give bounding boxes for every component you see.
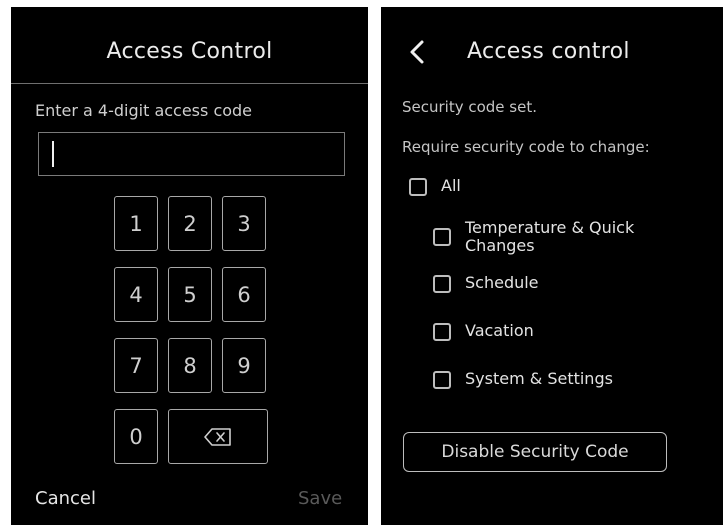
access-code-field[interactable]	[38, 132, 345, 176]
checkbox-system-settings[interactable]	[433, 371, 451, 389]
option-schedule[interactable]: Schedule	[433, 274, 539, 293]
back-button[interactable]	[403, 37, 433, 67]
option-all[interactable]: All	[409, 177, 461, 196]
option-vacation[interactable]: Vacation	[433, 322, 534, 341]
panel-title: Access Control	[106, 39, 273, 64]
keypad-key-3[interactable]: 3	[222, 196, 266, 251]
keypad-key-7[interactable]: 7	[114, 338, 158, 393]
cancel-button[interactable]: Cancel	[35, 488, 96, 509]
save-button[interactable]: Save	[298, 488, 342, 509]
access-code-panel: Access Control Enter a 4-digit access co…	[11, 7, 368, 525]
keypad-key-5[interactable]: 5	[168, 267, 212, 322]
option-label: System & Settings	[465, 369, 613, 388]
panel-title: Access control	[467, 39, 630, 64]
status-text: Security code set.	[402, 98, 537, 116]
title-divider	[11, 83, 368, 84]
option-label: Vacation	[465, 321, 534, 340]
checkbox-schedule[interactable]	[433, 275, 451, 293]
keypad-key-1[interactable]: 1	[114, 196, 158, 251]
option-label: Schedule	[465, 273, 539, 292]
keypad-key-9[interactable]: 9	[222, 338, 266, 393]
require-label: Require security code to change:	[402, 138, 650, 156]
keypad-key-4[interactable]: 4	[114, 267, 158, 322]
backspace-icon	[204, 427, 231, 446]
code-prompt: Enter a 4-digit access code	[35, 101, 253, 120]
option-system-settings[interactable]: System & Settings	[433, 370, 613, 389]
keypad-key-6[interactable]: 6	[222, 267, 266, 322]
text-caret	[52, 141, 54, 167]
option-temperature-quick-changes[interactable]: Temperature & Quick Changes	[433, 219, 670, 255]
checkbox-all[interactable]	[409, 178, 427, 196]
access-control-settings-panel: Access control Security code set. Requir…	[381, 7, 723, 525]
keypad-key-2[interactable]: 2	[168, 196, 212, 251]
keypad-key-0[interactable]: 0	[114, 409, 158, 464]
chevron-left-icon	[410, 40, 424, 64]
checkbox-temperature-quick-changes[interactable]	[433, 228, 451, 246]
disable-security-code-button[interactable]: Disable Security Code	[403, 432, 667, 472]
option-label: All	[441, 176, 461, 195]
option-label: Temperature & Quick Changes	[465, 218, 635, 255]
backspace-button[interactable]	[168, 409, 268, 464]
checkbox-vacation[interactable]	[433, 323, 451, 341]
keypad-key-8[interactable]: 8	[168, 338, 212, 393]
